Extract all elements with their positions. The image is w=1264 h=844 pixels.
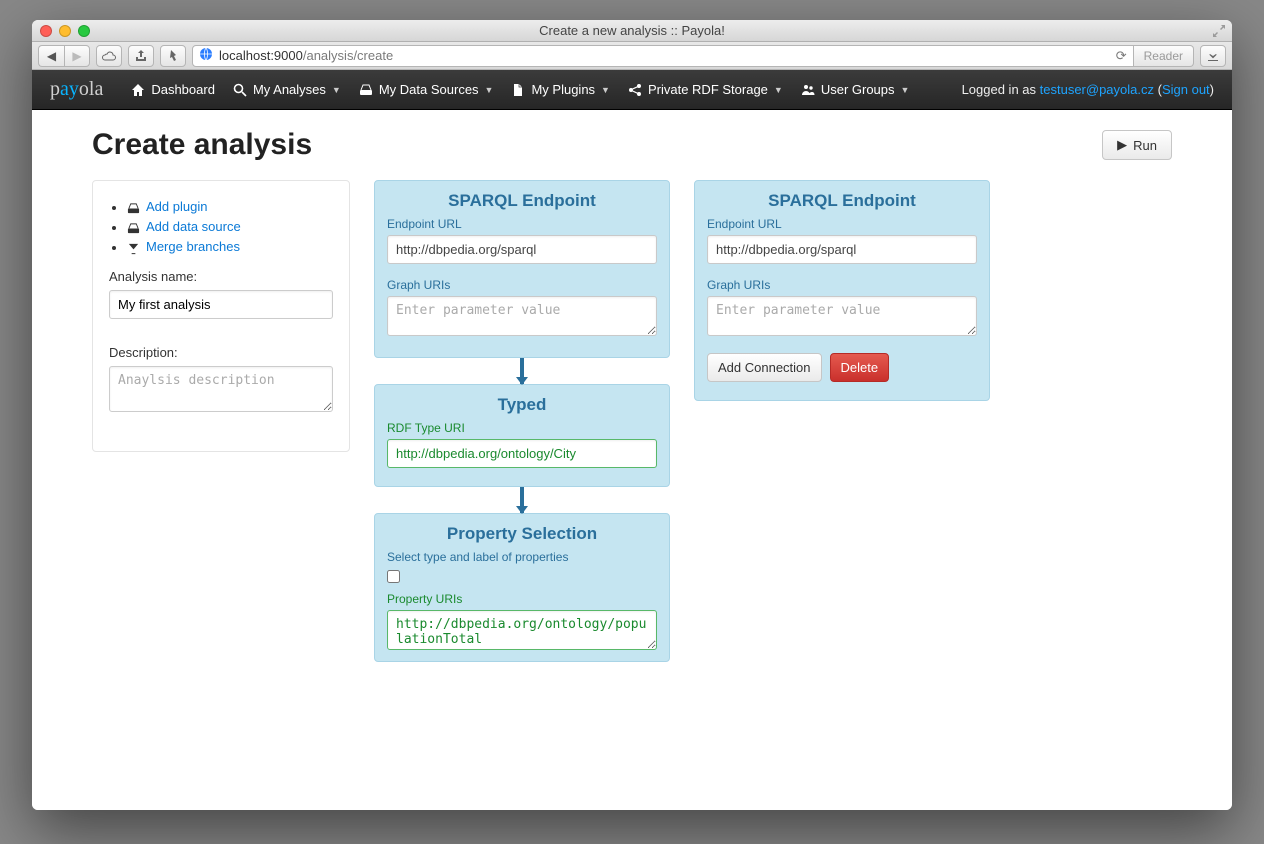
plugin-title: SPARQL Endpoint <box>707 191 977 211</box>
property-uris-textarea[interactable]: http://dbpedia.org/ontology/populationTo… <box>387 610 657 650</box>
plugin-subtitle: Select type and label of properties <box>387 550 657 564</box>
pipeline-column: SPARQL Endpoint Endpoint URL Graph URIs … <box>374 180 670 662</box>
forward-button[interactable]: ▶ <box>64 45 90 67</box>
sidebar-actions: Add plugin Add data source Merge branche… <box>109 199 333 255</box>
window-title: Create a new analysis :: Payola! <box>32 23 1232 38</box>
list-item: Add data source <box>127 219 333 235</box>
nav-dashboard[interactable]: Dashboard <box>131 82 215 97</box>
nav-label: My Data Sources <box>379 82 479 97</box>
add-plugin-link[interactable]: Add plugin <box>127 199 207 214</box>
select-type-checkbox[interactable] <box>387 570 400 583</box>
nav-label: Private RDF Storage <box>648 82 768 97</box>
browser-window: Create a new analysis :: Payola! ◀ ▶ loc… <box>32 20 1232 810</box>
address-bar-group: localhost:9000/analysis/create ⟳ Reader <box>192 45 1194 67</box>
user-link[interactable]: testuser@payola.cz <box>1040 82 1154 97</box>
nav-label: My Plugins <box>531 82 595 97</box>
page-title: Create analysis <box>92 128 312 162</box>
plugin-card-sparql-endpoint: SPARQL Endpoint Endpoint URL Graph URIs <box>374 180 670 358</box>
connector-arrow <box>520 487 524 513</box>
address-bar[interactable]: localhost:9000/analysis/create ⟳ <box>192 45 1134 67</box>
analysis-name-input[interactable] <box>109 290 333 319</box>
home-icon <box>131 83 145 97</box>
plugin-title: Property Selection <box>387 524 657 544</box>
nav-private-rdf-storage[interactable]: Private RDF Storage▼ <box>628 82 783 97</box>
link-label: Add plugin <box>146 199 207 214</box>
endpoint-url-input[interactable] <box>707 235 977 264</box>
analysis-name-label: Analysis name: <box>109 269 333 284</box>
page-content: Create analysis ▶ Run Add plugin <box>32 110 1232 810</box>
back-button[interactable]: ◀ <box>38 45 64 67</box>
delete-button[interactable]: Delete <box>830 353 890 382</box>
nav-my-plugins[interactable]: My Plugins▼ <box>511 82 610 97</box>
card-buttons: Add Connection Delete <box>707 353 977 382</box>
run-label: Run <box>1133 138 1157 153</box>
signout-link[interactable]: Sign out <box>1162 82 1210 97</box>
fullscreen-icon[interactable] <box>1212 24 1226 38</box>
field-label: Endpoint URL <box>707 217 977 231</box>
description-label: Description: <box>109 345 333 360</box>
file-icon <box>511 83 525 97</box>
reload-icon[interactable]: ⟳ <box>1116 48 1127 64</box>
nav-label: User Groups <box>821 82 895 97</box>
description-textarea[interactable] <box>109 366 333 412</box>
site-icon <box>199 47 213 64</box>
nav-label: My Analyses <box>253 82 326 97</box>
graph-uris-textarea[interactable] <box>707 296 977 336</box>
app-navbar: payola Dashboard My Analyses▼ My Data So… <box>32 70 1232 110</box>
hdd-icon <box>127 220 140 233</box>
glass-icon <box>127 240 140 253</box>
field-label: Endpoint URL <box>387 217 657 231</box>
share-button[interactable] <box>128 45 154 67</box>
plugin-title: Typed <box>387 395 657 415</box>
field-label: Graph URIs <box>707 278 977 292</box>
merge-branches-link[interactable]: Merge branches <box>127 239 240 254</box>
graph-uris-textarea[interactable] <box>387 296 657 336</box>
icloud-button[interactable] <box>96 45 122 67</box>
rdf-type-uri-input[interactable] <box>387 439 657 468</box>
nav-user-groups[interactable]: User Groups▼ <box>801 82 910 97</box>
nav-my-analyses[interactable]: My Analyses▼ <box>233 82 341 97</box>
run-button[interactable]: ▶ Run <box>1102 130 1172 160</box>
add-data-source-link[interactable]: Add data source <box>127 219 241 234</box>
link-label: Merge branches <box>146 239 240 254</box>
nav-back-forward: ◀ ▶ <box>38 45 90 67</box>
nav-label: Dashboard <box>151 82 215 97</box>
list-item: Add plugin <box>127 199 333 215</box>
brand-logo[interactable]: payola <box>50 78 113 101</box>
hdd-icon <box>127 200 140 213</box>
hdd-icon <box>359 83 373 97</box>
link-label: Add data source <box>146 219 241 234</box>
user-status: Logged in as testuser@payola.cz (Sign ou… <box>962 82 1214 97</box>
play-icon: ▶ <box>1117 137 1127 153</box>
endpoint-url-input[interactable] <box>387 235 657 264</box>
downloads-button[interactable] <box>1200 45 1226 67</box>
plugin-card-property-selection: Property Selection Select type and label… <box>374 513 670 662</box>
add-connection-button[interactable]: Add Connection <box>707 353 822 382</box>
share-icon <box>628 83 642 97</box>
reader-button[interactable]: Reader <box>1134 45 1194 67</box>
browser-toolbar: ◀ ▶ localhost:9000/analysis/create ⟳ Rea… <box>32 42 1232 70</box>
nav-my-data-sources[interactable]: My Data Sources▼ <box>359 82 494 97</box>
field-label: Property URIs <box>387 592 657 606</box>
plugin-card-sparql-endpoint-right: SPARQL Endpoint Endpoint URL Graph URIs … <box>694 180 990 401</box>
plugin-card-typed: Typed RDF Type URI <box>374 384 670 487</box>
window-titlebar: Create a new analysis :: Payola! <box>32 20 1232 42</box>
field-label: Graph URIs <box>387 278 657 292</box>
search-icon <box>233 83 247 97</box>
plugin-title: SPARQL Endpoint <box>387 191 657 211</box>
sidebar-panel: Add plugin Add data source Merge branche… <box>92 180 350 452</box>
connector-arrow <box>520 358 524 384</box>
list-item: Merge branches <box>127 239 333 255</box>
inspector-button[interactable] <box>160 45 186 67</box>
field-label: RDF Type URI <box>387 421 657 435</box>
url-host: localhost:9000/analysis/create <box>219 48 393 63</box>
users-icon <box>801 83 815 97</box>
